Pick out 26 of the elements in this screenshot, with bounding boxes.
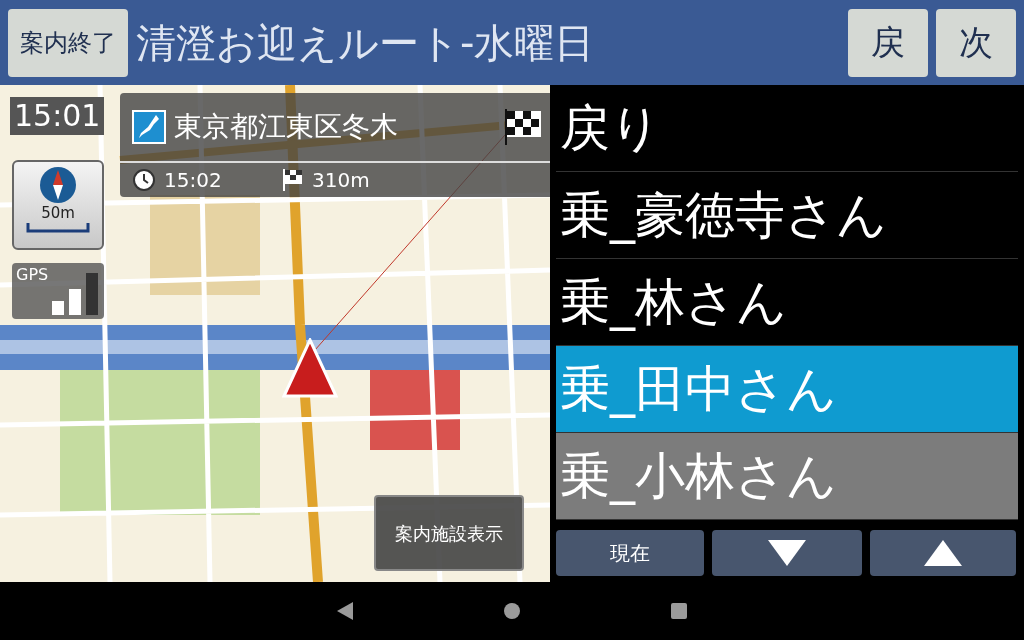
facility-display-button[interactable]: 案内施設表示 xyxy=(374,495,524,571)
scale-bar-icon xyxy=(26,222,90,233)
destination-address: 東京都江東区冬木 xyxy=(174,109,398,145)
home-icon[interactable] xyxy=(503,602,521,620)
gps-label: GPS xyxy=(16,264,49,286)
signal-bars-icon xyxy=(52,271,100,315)
route-title: 清澄お迎えルート-水曜日 xyxy=(136,18,596,68)
clock-icon xyxy=(132,168,156,192)
vehicle-arrow-icon xyxy=(282,338,338,400)
end-guidance-button[interactable]: 案内終了 xyxy=(8,8,128,77)
arrival-time: 15:02 xyxy=(164,167,223,194)
scroll-up-button[interactable] xyxy=(870,530,1016,576)
compass-icon xyxy=(39,166,77,204)
checkered-flag-icon xyxy=(505,109,543,145)
stop-list-item[interactable]: 乗_小林さん xyxy=(556,433,1018,520)
up-triangle-icon xyxy=(924,540,962,566)
back-icon[interactable] xyxy=(337,602,353,620)
next-button[interactable]: 次 xyxy=(936,8,1016,77)
remaining-distance: 310m xyxy=(312,167,370,194)
goal-flag-icon xyxy=(282,168,304,192)
down-triangle-icon xyxy=(768,540,806,566)
current-location-button[interactable]: 現在 xyxy=(556,530,704,576)
current-time: 15:01 xyxy=(10,97,105,135)
previous-button[interactable]: 戻 xyxy=(848,8,928,77)
scroll-down-button[interactable] xyxy=(712,530,862,576)
compass-scale-button[interactable]: 50m xyxy=(12,160,104,250)
